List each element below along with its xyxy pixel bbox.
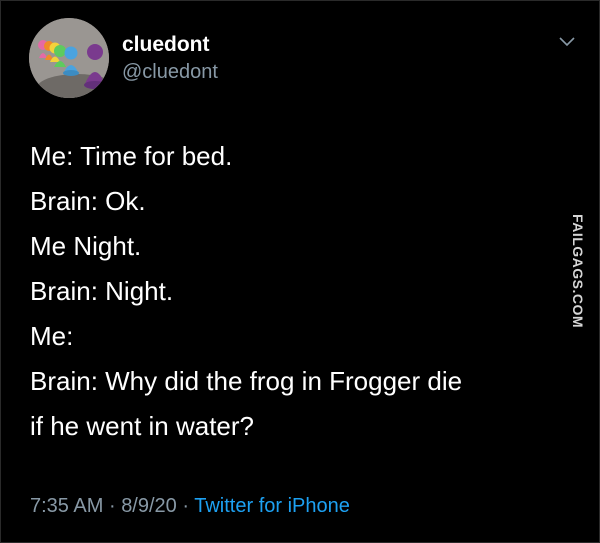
tweet-meta: 7:35 AM · 8/9/20 · Twitter for iPhone [30, 493, 350, 519]
meta-separator: · [182, 495, 190, 517]
watermark: FAILGAGS.COM [570, 213, 586, 329]
board-game-pawns-icon [29, 18, 109, 98]
tweet-line: Brain: Ok. [30, 186, 146, 216]
avatar[interactable] [29, 18, 109, 98]
tweet-line: Me Night. [30, 231, 142, 261]
tweet-line: Brain: Why did the frog in Frogger die [30, 366, 463, 396]
tweet-line: if he went in water? [30, 411, 255, 441]
tweet-source-link[interactable]: Twitter for iPhone [194, 495, 350, 517]
chevron-down-icon[interactable] [557, 35, 577, 49]
tweet-line: Brain: Night. [30, 276, 174, 306]
meta-separator: · [108, 495, 116, 517]
author-block: cluedont @cluedont [122, 32, 218, 85]
author-handle[interactable]: @cluedont [122, 59, 218, 85]
tweet-date[interactable]: 8/9/20 [121, 495, 177, 517]
tweet-line: Me: [30, 321, 74, 351]
tweet-card: cluedont @cluedont Me: Time for bed. Bra… [0, 0, 600, 543]
author-name[interactable]: cluedont [122, 32, 218, 58]
tweet-text: Me: Time for bed. Brain: Ok. Me Night. B… [30, 134, 570, 449]
tweet-line: Me: Time for bed. [30, 141, 233, 171]
tweet-time[interactable]: 7:35 AM [30, 495, 103, 517]
